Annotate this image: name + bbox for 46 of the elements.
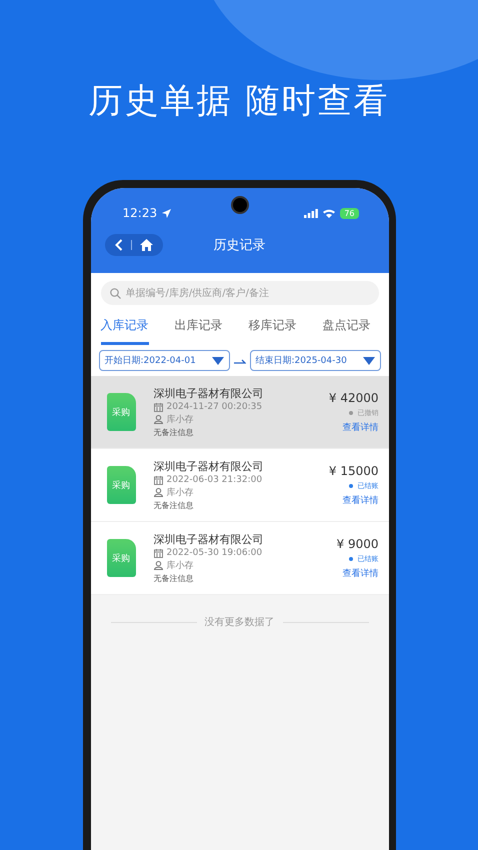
wifi-icon [323,208,336,218]
location-icon [162,208,172,218]
caret-icon [362,356,374,364]
tab[interactable]: 移库记录 [248,317,296,345]
tab[interactable]: 盘点记录 [322,317,370,345]
record-note: 无备注信息 [154,500,194,511]
calendar-icon [154,548,162,558]
document-type: 采购 [112,552,130,564]
signal-icon [304,208,318,218]
calendar-icon [154,402,162,412]
home-icon[interactable] [140,239,152,251]
record-amount: ¥ 9000 [336,536,378,550]
record-note: 无备注信息 [154,427,194,438]
record-time: 2022-05-30 19:06:00 [166,548,262,558]
view-details-link[interactable]: 查看详情 [342,494,378,506]
record-amount: ¥ 42000 [328,390,378,404]
view-details-link[interactable]: 查看详情 [342,420,378,434]
calendar-icon [154,476,162,484]
search-icon [110,288,120,299]
back-icon[interactable] [114,239,122,251]
view-details-link[interactable]: 查看详情 [342,566,378,580]
user-name: 库小存 [166,560,194,572]
user-name: 库小存 [166,414,194,426]
end-date-dropdown[interactable]: 结束日期:2025-04-30 [250,350,380,371]
battery-level: 76 [340,208,358,218]
start-date-dropdown[interactable]: 开始日期:2022-04-01 [98,350,230,371]
document-type: 采购 [112,480,130,492]
company-name: 深圳电子器材有限公司 [154,386,264,401]
page-title: 历史记录 [214,237,266,254]
company-name: 深圳电子器材有限公司 [154,459,264,474]
record-note: 无备注信息 [154,573,194,584]
status-time: 12:23 [122,206,158,220]
caret-icon [212,356,224,364]
person-icon [154,415,162,424]
document-type: 采购 [112,406,130,418]
person-icon [154,561,162,570]
headline: 历史单据 随时查看 [88,80,390,123]
person-icon [154,488,162,497]
record-time: 2022-06-03 21:32:00 [166,475,262,485]
end-of-list-text: 没有更多数据了 [204,616,274,629]
company-name: 深圳电子器材有限公司 [154,532,264,547]
user-name: 库小存 [166,486,194,499]
tab[interactable]: 出库记录 [174,317,222,345]
record-time: 2024-11-27 00:20:35 [166,402,262,412]
search-field[interactable]: 单据编号/库房/供应商/客户/备注 [100,281,378,305]
record-amount: ¥ 15000 [328,464,378,478]
